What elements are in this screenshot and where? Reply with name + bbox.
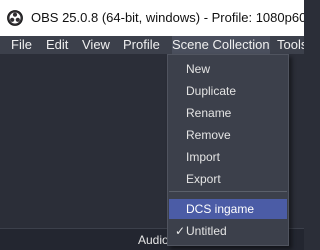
- dropdown-item-untitled[interactable]: ✓ Untitled: [169, 221, 287, 241]
- dropdown-item-dcs-ingame[interactable]: DCS ingame: [169, 199, 287, 219]
- menu-scene-collection[interactable]: Scene Collection: [172, 36, 270, 54]
- obs-window: OBS 25.0.8 (64-bit, windows) - Profile: …: [0, 0, 304, 250]
- window-title: OBS 25.0.8 (64-bit, windows) - Profile: …: [31, 10, 304, 25]
- title-bar[interactable]: OBS 25.0.8 (64-bit, windows) - Profile: …: [0, 0, 304, 36]
- menu-file[interactable]: File: [11, 36, 32, 54]
- scene-collection-dropdown: New Duplicate Rename Remove Import Expor…: [167, 54, 289, 246]
- dropdown-item-rename[interactable]: Rename: [169, 103, 287, 123]
- dropdown-item-label: New: [186, 62, 211, 76]
- dropdown-item-remove[interactable]: Remove: [169, 125, 287, 145]
- dropdown-item-import[interactable]: Import: [169, 147, 287, 167]
- obs-logo-icon: [7, 10, 23, 26]
- audio-dock-label: Audio: [138, 233, 169, 247]
- dropdown-item-label: Remove: [186, 128, 231, 142]
- dropdown-item-label: Untitled: [186, 224, 227, 238]
- menu-bar: File Edit View Profile Scene Collection …: [0, 36, 304, 54]
- menu-edit[interactable]: Edit: [46, 36, 68, 54]
- dropdown-item-duplicate[interactable]: Duplicate: [169, 81, 287, 101]
- dropdown-item-new[interactable]: New: [169, 59, 287, 79]
- dropdown-item-label: Rename: [186, 106, 232, 120]
- dropdown-item-label: Export: [186, 172, 221, 186]
- menu-profile[interactable]: Profile: [123, 36, 160, 54]
- dropdown-item-label: Duplicate: [186, 84, 237, 98]
- dropdown-item-label: DCS ingame: [186, 202, 255, 216]
- checkmark-icon: ✓: [175, 224, 186, 238]
- dropdown-item-export[interactable]: Export: [169, 169, 287, 189]
- menu-view[interactable]: View: [82, 36, 110, 54]
- menu-tools[interactable]: Tools: [277, 36, 304, 54]
- dropdown-separator: [169, 191, 287, 192]
- dropdown-item-label: Import: [186, 150, 221, 164]
